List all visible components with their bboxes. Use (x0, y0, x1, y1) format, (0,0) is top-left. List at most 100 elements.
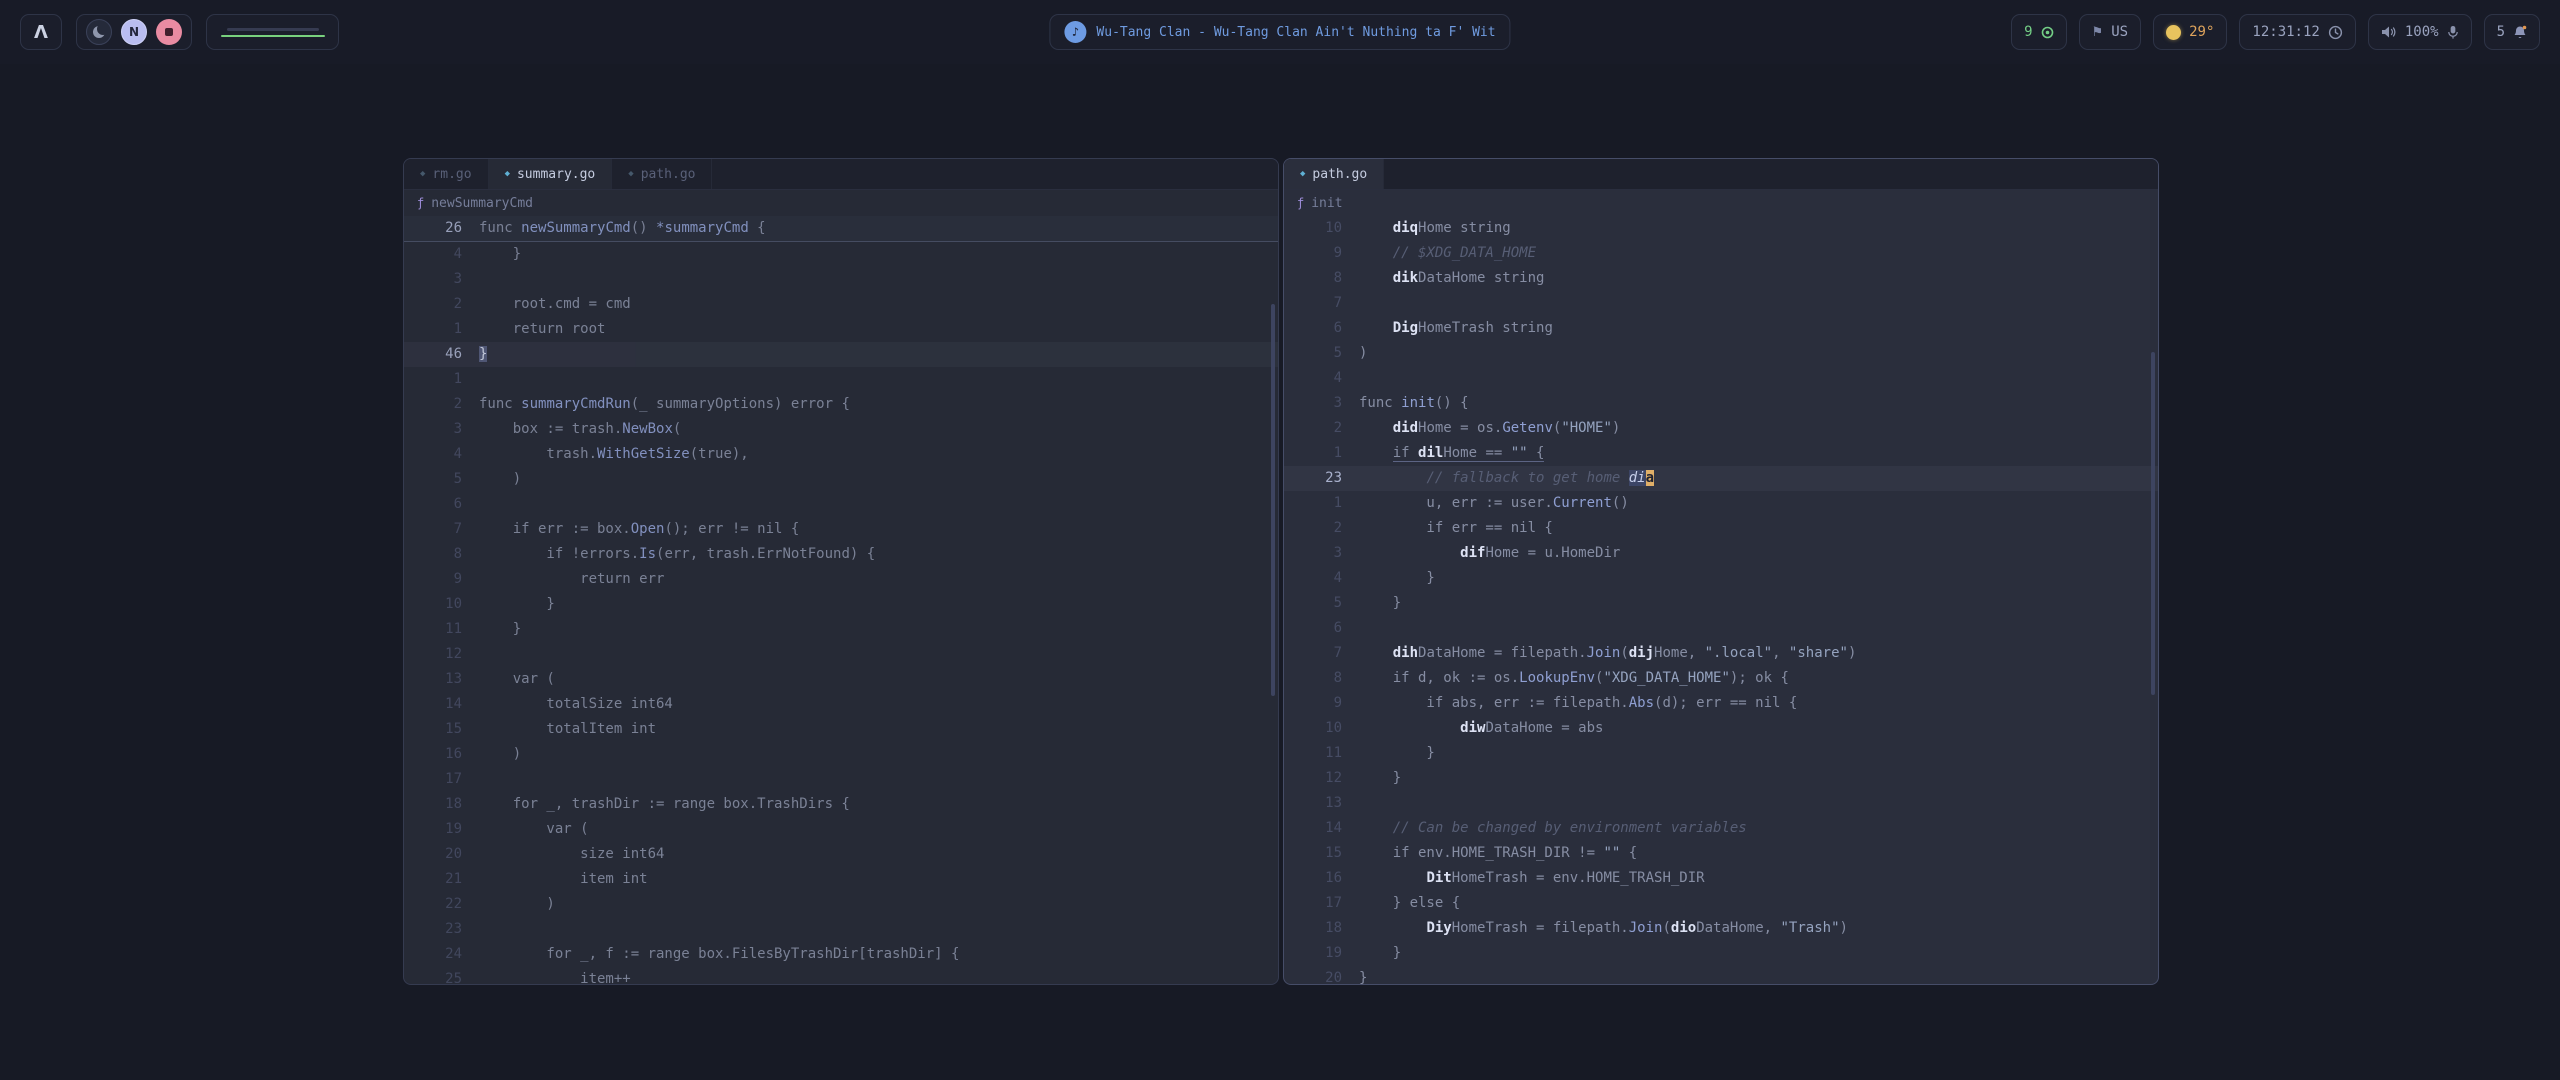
breadcrumb-label: init (1311, 196, 1342, 211)
media-player-widget[interactable]: ♪ Wu-Tang Clan - Wu-Tang Clan Ain't Nuth… (1049, 14, 1510, 50)
code-line[interactable]: 46} (404, 342, 1278, 367)
code-line[interactable]: 19 } (1284, 941, 2158, 966)
code-line[interactable]: 10 diqHome string (1284, 216, 2158, 241)
code-line[interactable]: 13 (1284, 791, 2158, 816)
code-text: didHome = os.Getenv("HOME") (1359, 416, 1620, 441)
code-text: box := trash.NewBox( (479, 417, 681, 442)
code-line[interactable]: 15 totalItem int (404, 717, 1278, 742)
code-line[interactable]: 21 item int (404, 867, 1278, 892)
code-line[interactable]: 16 DitHomeTrash = env.HOME_TRASH_DIR (1284, 866, 2158, 891)
code-text: if err == nil { (1359, 516, 1553, 541)
code-line[interactable]: 9 return err (404, 567, 1278, 592)
code-line[interactable]: 5 } (1284, 591, 2158, 616)
code-text: } (1359, 966, 1367, 985)
code-line[interactable]: 4 } (404, 242, 1278, 267)
code-line[interactable]: 12 } (1284, 766, 2158, 791)
flag-icon: ⚑ (2092, 26, 2104, 39)
code-line[interactable]: 25 item++ (404, 967, 1278, 985)
tab-path.go[interactable]: ◆path.go (1284, 159, 1384, 189)
tab-summary.go[interactable]: ◆summary.go (489, 159, 613, 189)
code-line[interactable]: 8 if d, ok := os.LookupEnv("XDG_DATA_HOM… (1284, 666, 2158, 691)
code-line[interactable]: 4 trash.WithGetSize(true), (404, 442, 1278, 467)
letter-n-app-icon[interactable]: N (121, 19, 147, 45)
code-line[interactable]: 2 didHome = os.Getenv("HOME") (1284, 416, 2158, 441)
code-line[interactable]: 6 DigHomeTrash string (1284, 316, 2158, 341)
right-scrollbar[interactable] (2151, 352, 2155, 695)
code-line[interactable]: 1 return root (404, 317, 1278, 342)
clock-widget[interactable]: 12:31:12 (2239, 14, 2355, 50)
left-scrollbar[interactable] (1271, 304, 1275, 696)
code-line[interactable]: 6 (404, 492, 1278, 517)
code-line[interactable]: 3 (404, 267, 1278, 292)
code-line[interactable]: 3 box := trash.NewBox( (404, 417, 1278, 442)
line-number: 21 (404, 867, 462, 892)
code-token: // $XDG_DATA_HOME (1359, 245, 1536, 261)
weather-widget[interactable]: 29° (2153, 14, 2227, 50)
code-line[interactable]: 20 size int64 (404, 842, 1278, 867)
updates-widget[interactable]: 9 (2011, 14, 2066, 50)
speaker-icon (2381, 25, 2397, 39)
code-line[interactable]: 23 (404, 917, 1278, 942)
tab-rm.go[interactable]: ◆rm.go (404, 159, 489, 189)
code-line[interactable]: 5 ) (404, 467, 1278, 492)
pink-app-icon[interactable] (156, 19, 182, 45)
code-line[interactable]: 5) (1284, 341, 2158, 366)
window-title-widget[interactable] (206, 14, 339, 50)
code-line[interactable]: 3 difHome = u.HomeDir (1284, 541, 2158, 566)
tab-path.go[interactable]: ◆path.go (612, 159, 712, 189)
code-line[interactable]: 1 if dilHome == "" { (1284, 441, 2158, 466)
volume-widget[interactable]: 100% (2368, 14, 2472, 50)
code-line[interactable]: 24 for _, f := range box.FilesByTrashDir… (404, 942, 1278, 967)
code-line[interactable]: 9 // $XDG_DATA_HOME (1284, 241, 2158, 266)
code-token: func (1359, 395, 1401, 411)
code-line[interactable]: 16 ) (404, 742, 1278, 767)
code-line[interactable]: 10 } (404, 592, 1278, 617)
context-line[interactable]: 26func newSummaryCmd() *summaryCmd { (404, 216, 1278, 242)
code-line[interactable]: 14 totalSize int64 (404, 692, 1278, 717)
line-number: 18 (1284, 916, 1342, 941)
code-line[interactable]: 18 DiyHomeTrash = filepath.Join(dioDataH… (1284, 916, 2158, 941)
code-line[interactable]: 8 if !errors.Is(err, trash.ErrNotFound) … (404, 542, 1278, 567)
tab-label: summary.go (517, 167, 595, 182)
notifications-widget[interactable]: 5 (2484, 14, 2540, 50)
line-number: 23 (404, 917, 462, 942)
code-line[interactable]: 1 u, err := user.Current() (1284, 491, 2158, 516)
moon-icon[interactable] (86, 19, 112, 45)
left-lines: 26func newSummaryCmd() *summaryCmd {4 }3… (404, 216, 1278, 985)
code-line[interactable]: 11 } (404, 617, 1278, 642)
code-line[interactable]: 3func init() { (1284, 391, 2158, 416)
code-token: } (1359, 570, 1435, 586)
code-line[interactable]: 11 } (1284, 741, 2158, 766)
code-line[interactable]: 18 for _, trashDir := range box.TrashDir… (404, 792, 1278, 817)
code-line[interactable]: 1 (404, 367, 1278, 392)
code-line[interactable]: 4 } (1284, 566, 2158, 591)
line-number: 5 (1284, 591, 1342, 616)
code-line[interactable]: 12 (404, 642, 1278, 667)
keyboard-layout-widget[interactable]: ⚑ US (2079, 14, 2142, 50)
code-line[interactable]: 19 var ( (404, 817, 1278, 842)
code-token: Open (631, 521, 665, 537)
line-number: 5 (404, 467, 462, 492)
code-line[interactable]: 23 // fallback to get home dia (1284, 466, 2158, 491)
launcher-button[interactable]: Λ (20, 14, 62, 50)
code-line[interactable]: 9 if abs, err := filepath.Abs(d); err ==… (1284, 691, 2158, 716)
code-line[interactable]: 10 diwDataHome = abs (1284, 716, 2158, 741)
code-line[interactable]: 2func summaryCmdRun(_ summaryOptions) er… (404, 392, 1278, 417)
code-line[interactable]: 13 var ( (404, 667, 1278, 692)
code-line[interactable]: 7 (1284, 291, 2158, 316)
code-line[interactable]: 17 } else { (1284, 891, 2158, 916)
code-line[interactable]: 7 if err := box.Open(); err != nil { (404, 517, 1278, 542)
code-line[interactable]: 7 dihDataHome = filepath.Join(dijHome, "… (1284, 641, 2158, 666)
code-line[interactable]: 6 (1284, 616, 2158, 641)
code-line[interactable]: 8 dikDataHome string (1284, 266, 2158, 291)
line-number: 2 (1284, 516, 1342, 541)
code-line[interactable]: 17 (404, 767, 1278, 792)
code-line[interactable]: 15 if env.HOME_TRASH_DIR != "" { (1284, 841, 2158, 866)
code-line[interactable]: 14 // Can be changed by environment vari… (1284, 816, 2158, 841)
code-line[interactable]: 22 ) (404, 892, 1278, 917)
line-number: 8 (1284, 266, 1342, 291)
code-line[interactable]: 2 if err == nil { (1284, 516, 2158, 541)
code-line[interactable]: 2 root.cmd = cmd (404, 292, 1278, 317)
code-line[interactable]: 20} (1284, 966, 2158, 985)
code-line[interactable]: 4 (1284, 366, 2158, 391)
